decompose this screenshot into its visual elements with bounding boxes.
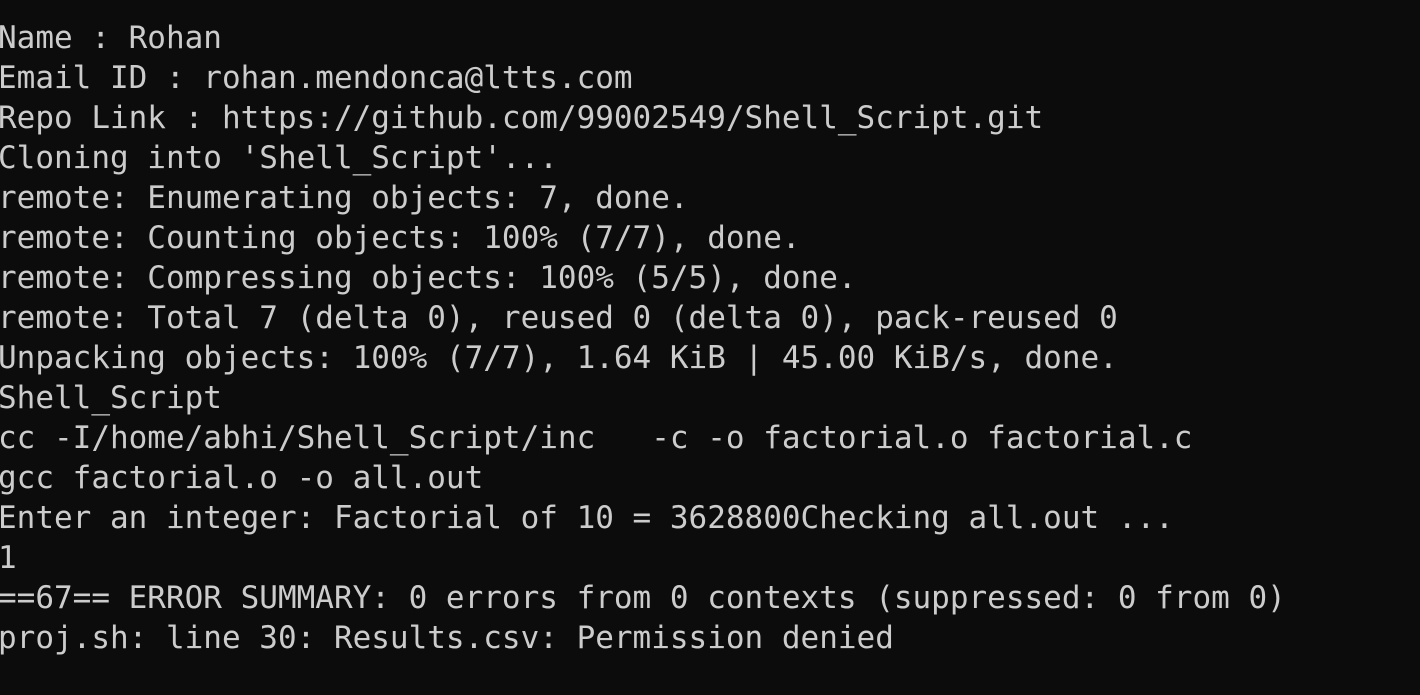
terminal-line-email: Email ID : rohan.mendonca@ltts.com <box>0 60 633 96</box>
terminal-line-directory: Shell_Script <box>0 380 222 416</box>
terminal-line-result: 1 <box>0 540 17 576</box>
terminal-output[interactable]: Name : Rohan Email ID : rohan.mendonca@l… <box>0 0 1420 695</box>
terminal-line-counting: remote: Counting objects: 100% (7/7), do… <box>0 220 801 256</box>
terminal-line-compressing: remote: Compressing objects: 100% (5/5),… <box>0 260 857 296</box>
terminal-line-total: remote: Total 7 (delta 0), reused 0 (del… <box>0 300 1118 336</box>
terminal-line-repo-link: Repo Link : https://github.com/99002549/… <box>0 100 1044 136</box>
terminal-line-error-summary: ==67== ERROR SUMMARY: 0 errors from 0 co… <box>0 580 1286 616</box>
terminal-line-link: gcc factorial.o -o all.out <box>0 460 484 496</box>
terminal-line-cloning: Cloning into 'Shell_Script'... <box>0 140 558 176</box>
terminal-line-enumerating: remote: Enumerating objects: 7, done. <box>0 180 689 216</box>
terminal-line-name: Name : Rohan <box>0 20 222 56</box>
terminal-line-permission-denied: proj.sh: line 30: Results.csv: Permissio… <box>0 620 894 656</box>
terminal-line-program-output: Enter an integer: Factorial of 10 = 3628… <box>0 500 1174 536</box>
terminal-line-unpacking: Unpacking objects: 100% (7/7), 1.64 KiB … <box>0 340 1118 376</box>
terminal-line-compile: cc -I/home/abhi/Shell_Script/inc -c -o f… <box>0 420 1193 456</box>
